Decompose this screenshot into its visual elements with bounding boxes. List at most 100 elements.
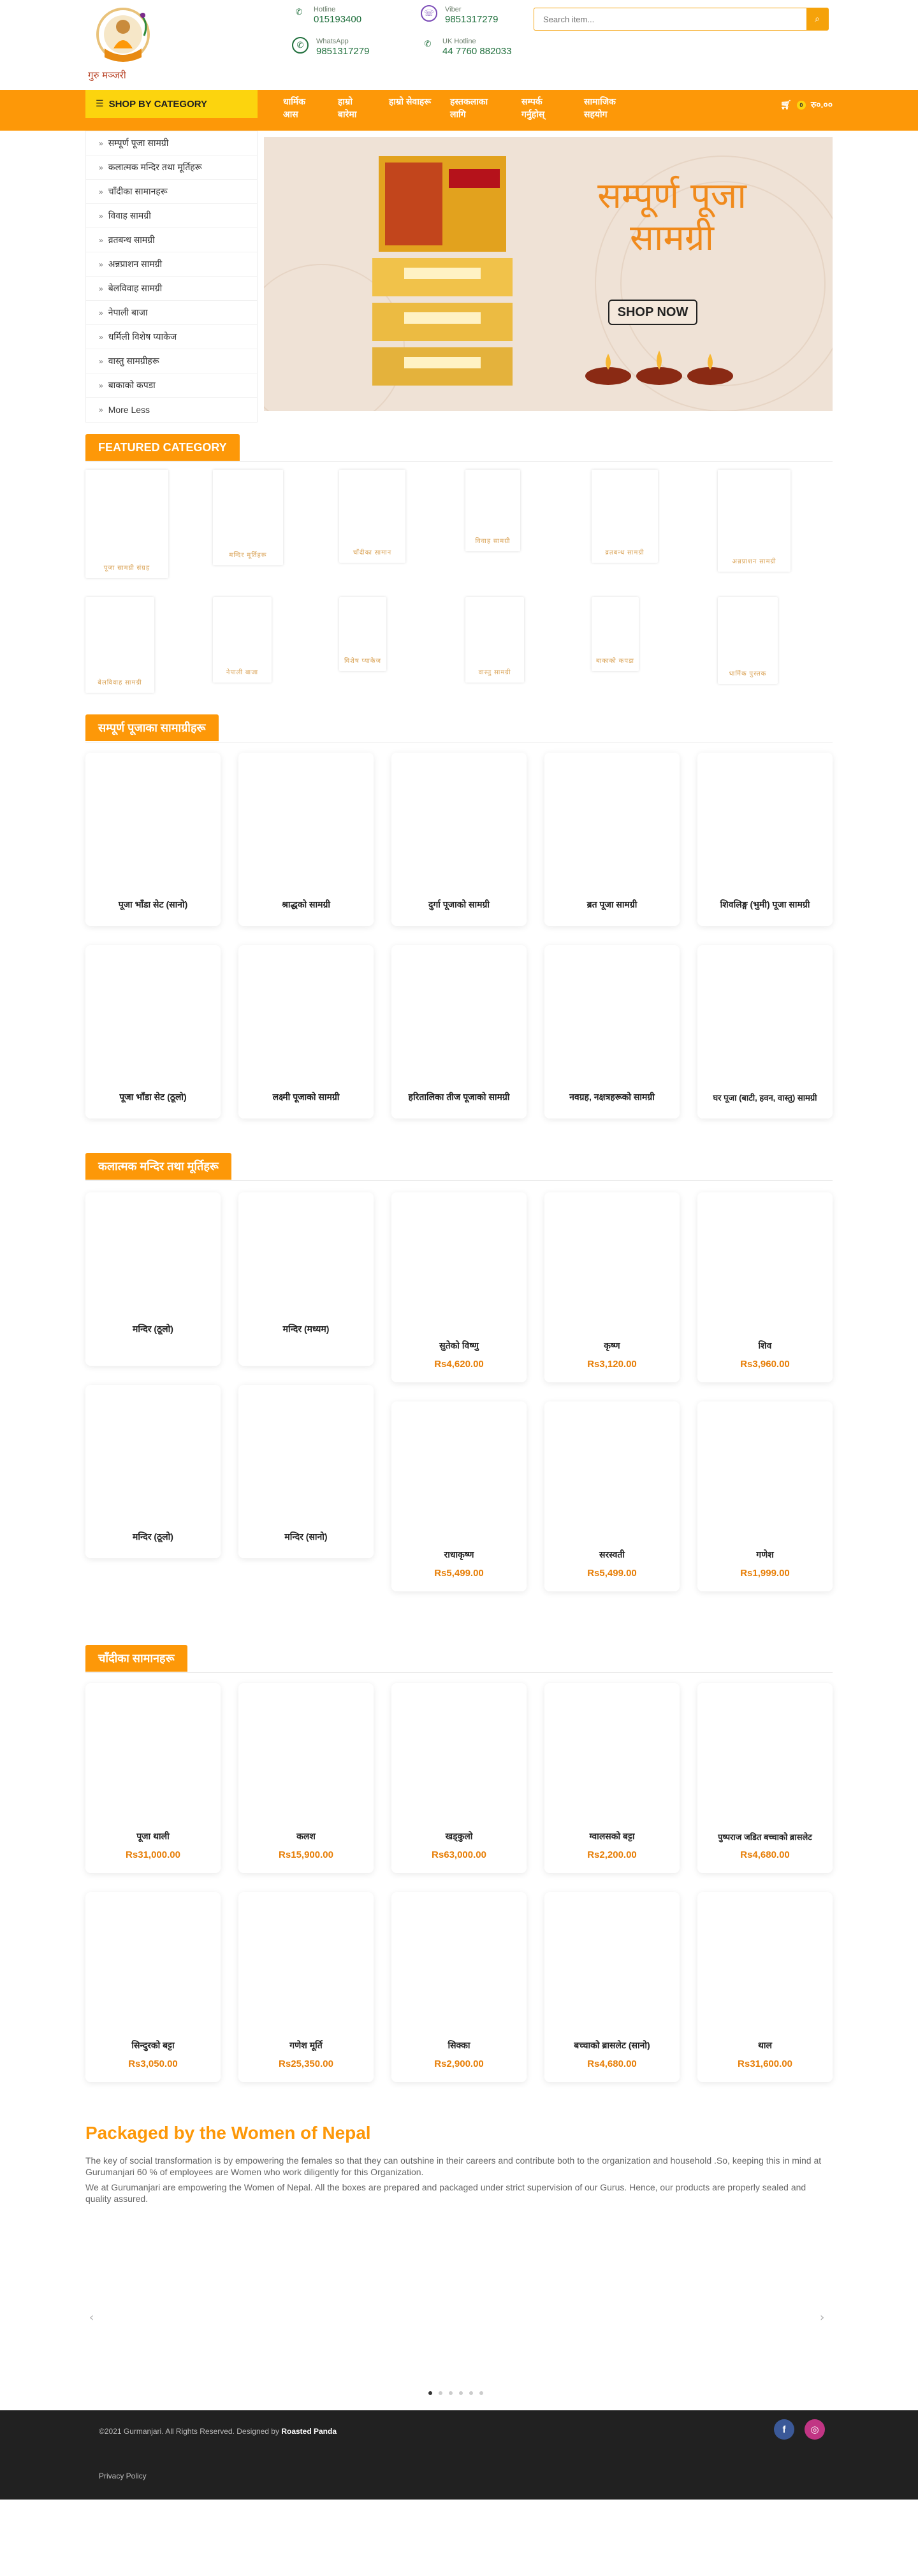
product-card[interactable]: पूजा भाँडा सेट (सानो) xyxy=(85,753,221,926)
temple-header: कलात्मक मन्दिर तथा मूर्तिहरू xyxy=(85,1145,833,1181)
featured-card[interactable]: नेपाली बाजा xyxy=(213,597,272,683)
product-card[interactable]: पूजा भाँडा सेट (ठूलो) xyxy=(85,945,221,1118)
sidebar-item-temple[interactable]: कलात्मक मन्दिर तथा मूर्तिहरू xyxy=(86,156,257,180)
shop-now-button[interactable]: SHOP NOW xyxy=(608,300,697,325)
product-name: सुतेको विष्णु xyxy=(439,1340,479,1350)
sidebar-item-silver[interactable]: चाँदीका सामानहरू xyxy=(86,180,257,204)
product-card[interactable]: घर पूजा (बाटी, हवन, वास्तु) सामग्री xyxy=(697,945,833,1118)
featured-card[interactable]: अन्नप्राशन सामग्री xyxy=(718,470,790,572)
featured-card[interactable]: मन्दिर मूर्तिहरू xyxy=(213,470,283,565)
product-card[interactable]: शिव Rs3,960.00 xyxy=(697,1192,833,1382)
sidebar-item-annaprashan[interactable]: अन्नप्राशन सामग्री xyxy=(86,252,257,277)
product-card[interactable]: मन्दिर (ठूलो) xyxy=(85,1385,221,1558)
product-card[interactable]: कलश Rs15,900.00 xyxy=(238,1683,374,1873)
product-card[interactable]: राधाकृष्ण Rs5,499.00 xyxy=(391,1401,527,1591)
product-name: शिवलिङ्ग (भुमी) पूजा सामग्री xyxy=(720,899,810,909)
sidebar-item-wedding[interactable]: विवाह सामग्री xyxy=(86,204,257,228)
featured-card[interactable]: चाँदीका सामान xyxy=(339,470,405,563)
featured-card[interactable]: विशेष प्याकेज xyxy=(339,597,386,671)
product-card[interactable]: कृष्ण Rs3,120.00 xyxy=(544,1192,680,1382)
uk-hotline-contact[interactable]: ✆ UK Hotline 44 7760 882033 xyxy=(421,37,512,57)
featured-card[interactable]: बाकाको कपडा xyxy=(592,597,639,671)
carousel-dot[interactable] xyxy=(469,2391,473,2395)
carousel-dot[interactable] xyxy=(449,2391,453,2395)
silver-grid: पूजा थाली Rs31,000.00 कलश Rs15,900.00 खड्क… xyxy=(85,1673,833,2123)
featured-card[interactable]: पूजा सामग्री संग्रह xyxy=(85,470,168,578)
product-card[interactable]: ग्वालसको बट्टा Rs2,200.00 xyxy=(544,1683,680,1873)
product-price: Rs4,680.00 xyxy=(740,1849,790,1860)
nav-item-handicraft[interactable]: हस्तकलाका लागि xyxy=(450,95,521,120)
sidebar-item-more-less[interactable]: More Less xyxy=(86,398,257,422)
instagram-icon[interactable]: ◎ xyxy=(805,2419,825,2440)
viber-label: Viber xyxy=(445,6,462,13)
nav-item-services[interactable]: हाम्रो सेवाहरू xyxy=(389,95,450,120)
carousel-dot[interactable] xyxy=(428,2391,432,2395)
facebook-icon[interactable]: f xyxy=(774,2419,794,2440)
product-card[interactable]: हरितालिका तीज पूजाको सामग्री xyxy=(391,945,527,1118)
sidebar-item-bratabandha[interactable]: व्रतबन्ध सामग्री xyxy=(86,228,257,252)
product-card[interactable]: ब्रत पूजा सामग्री xyxy=(544,753,680,926)
product-name: गणेश xyxy=(756,1549,774,1559)
product-card[interactable]: लक्ष्मी पूजाको सामग्री xyxy=(238,945,374,1118)
product-card[interactable]: मन्दिर (ठूलो) xyxy=(85,1192,221,1366)
product-card[interactable]: मन्दिर (मध्यम) xyxy=(238,1192,374,1366)
product-card[interactable]: गणेश Rs1,999.00 xyxy=(697,1401,833,1591)
product-name: मन्दिर (ठूलो) xyxy=(133,1531,173,1542)
product-card[interactable]: बच्चाको ब्रासलेट (सानो) Rs4,680.00 xyxy=(544,1892,680,2082)
product-card[interactable]: सरस्वती Rs5,499.00 xyxy=(544,1401,680,1591)
featured-label: विवाह सामग्री xyxy=(475,538,511,545)
sidebar-item-special-package[interactable]: धर्मिली विशेष प्याकेज xyxy=(86,325,257,349)
search-input[interactable] xyxy=(534,8,806,30)
sidebar-item-vastu[interactable]: वास्तु सामग्रीहरू xyxy=(86,349,257,373)
product-price: Rs2,200.00 xyxy=(587,1849,637,1860)
site-logo[interactable]: गुरु मञ्जरी xyxy=(85,4,161,85)
product-price: Rs5,499.00 xyxy=(587,1568,637,1579)
search-bar: ⌕ xyxy=(534,8,829,31)
product-card[interactable]: सुतेको विष्णु Rs4,620.00 xyxy=(391,1192,527,1382)
product-card[interactable]: दुर्गा पूजाको सामग्री xyxy=(391,753,527,926)
product-card[interactable]: सिक्का Rs2,900.00 xyxy=(391,1892,527,2082)
sidebar-item-baja[interactable]: नेपाली बाजा xyxy=(86,301,257,325)
designer-link[interactable]: Roasted Panda xyxy=(281,2427,337,2436)
carousel-dot[interactable] xyxy=(459,2391,463,2395)
product-name: थाल xyxy=(757,2040,773,2050)
featured-card[interactable]: विवाह सामग्री xyxy=(465,470,520,551)
product-price: Rs15,900.00 xyxy=(279,1849,333,1860)
whatsapp-contact[interactable]: ✆ WhatsApp 9851317279 xyxy=(292,37,369,57)
product-card[interactable]: पूजा थाली Rs31,000.00 xyxy=(85,1683,221,1873)
nav-item-social-support[interactable]: सामाजिक सहयोग xyxy=(584,95,641,120)
shop-by-category-button[interactable]: ☰ SHOP BY CATEGORY xyxy=(85,90,258,118)
hero-banner[interactable]: सम्पूर्ण पूजा सामग्री SHOP NOW xyxy=(264,137,833,411)
product-card[interactable]: श्राद्धको सामग्री xyxy=(238,753,374,926)
hotline-contact[interactable]: ✆ Hotline 015193400 xyxy=(292,5,362,25)
search-button[interactable]: ⌕ xyxy=(806,8,828,30)
sidebar-item-puja[interactable]: सम्पूर्ण पूजा सामग्री xyxy=(86,131,257,156)
featured-card[interactable]: धार्मिक पुस्तक xyxy=(718,597,778,684)
carousel-next-arrow[interactable]: › xyxy=(820,2311,824,2324)
product-card[interactable]: शिवलिङ्ग (भुमी) पूजा सामग्री xyxy=(697,753,833,926)
product-card[interactable]: गणेश मूर्ति Rs25,350.00 xyxy=(238,1892,374,2082)
product-card[interactable]: मन्दिर (सानो) xyxy=(238,1385,374,1558)
product-card[interactable]: नवग्रह, नक्षत्रहरूको सामग्री xyxy=(544,945,680,1118)
category-sidebar: सम्पूर्ण पूजा सामग्री कलात्मक मन्दिर तथा… xyxy=(85,131,258,423)
product-card[interactable]: सिन्दुरको बट्टा Rs3,050.00 xyxy=(85,1892,221,2082)
cart-button[interactable]: 🛒︎ 0 रु०.०० xyxy=(780,99,833,111)
nav-item-contact[interactable]: सम्पर्क गर्नुहोस् xyxy=(521,95,584,120)
featured-label: विशेष प्याकेज xyxy=(344,658,381,665)
product-card[interactable]: खड्कुलो Rs63,000.00 xyxy=(391,1683,527,1873)
carousel-prev-arrow[interactable]: ‹ xyxy=(89,2311,94,2324)
product-price: Rs4,620.00 xyxy=(434,1359,484,1370)
sidebar-item-cloth[interactable]: बाकाको कपडा xyxy=(86,373,257,398)
nav-item-about[interactable]: हाम्रो बारेमा xyxy=(338,95,389,120)
featured-card[interactable]: बेलविवाह सामग्री xyxy=(85,597,154,693)
privacy-policy-link[interactable]: Privacy Policy xyxy=(99,2471,147,2480)
carousel-dot[interactable] xyxy=(439,2391,442,2395)
featured-card[interactable]: व्रतबन्ध सामग्री xyxy=(592,470,658,563)
sidebar-item-belbibaha[interactable]: बेलविवाह सामग्री xyxy=(86,277,257,301)
viber-contact[interactable]: ☏ Viber 9851317279 xyxy=(421,5,498,25)
product-card[interactable]: थाल Rs31,600.00 xyxy=(697,1892,833,2082)
featured-card[interactable]: वास्तु सामग्री xyxy=(465,597,524,683)
nav-item-religious[interactable]: धार्मिक आस xyxy=(283,95,338,120)
carousel-dot[interactable] xyxy=(479,2391,483,2395)
product-card[interactable]: पुष्पराज जडित बच्चाको ब्रासलेट Rs4,680.00 xyxy=(697,1683,833,1873)
